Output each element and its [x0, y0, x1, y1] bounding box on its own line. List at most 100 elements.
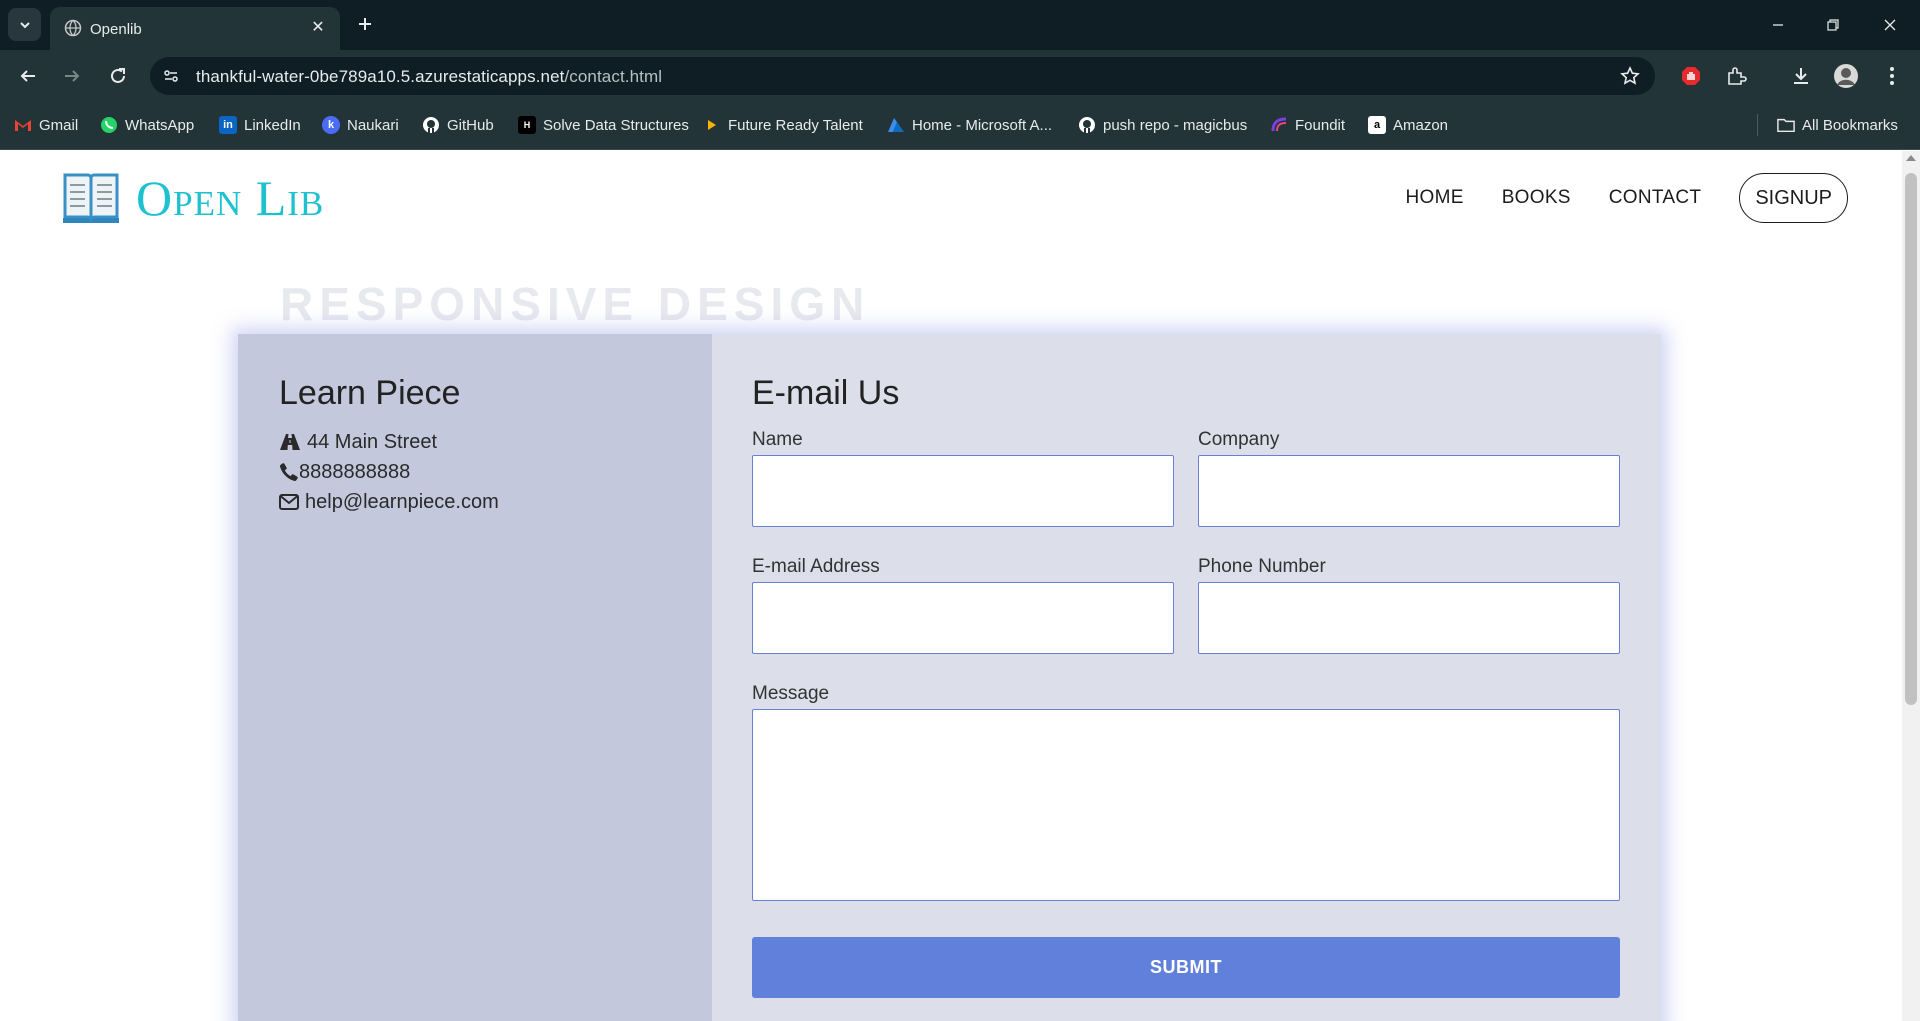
bookmarks-divider [1757, 114, 1758, 136]
contact-info-panel: Learn Piece 44 Main Street 8888888888 he… [238, 334, 712, 1021]
play-icon [703, 116, 721, 134]
restore-icon [1827, 19, 1839, 31]
url-host: thankful-water-0be789a10.5.azurestaticap… [196, 67, 565, 86]
name-input[interactable] [752, 455, 1174, 527]
downloads-icon[interactable] [1787, 62, 1815, 90]
email-label: E-mail Address [752, 556, 880, 577]
bookmark-label: LinkedIn [244, 116, 301, 134]
close-window-button[interactable] [1877, 12, 1903, 38]
hackerrank-icon: H [518, 116, 536, 134]
back-button[interactable] [14, 62, 42, 90]
bookmark-label: Gmail [39, 116, 79, 134]
gmail-icon [14, 116, 32, 134]
bookmark-linkedin[interactable]: in LinkedIn [219, 115, 301, 135]
page-viewport: Open Lib HOME BOOKS CONTACT SIGNUP RESPO… [0, 151, 1920, 1021]
phone-label: Phone Number [1198, 556, 1326, 577]
bookmark-whatsapp[interactable]: WhatsApp [100, 115, 194, 135]
phone-field-group: Phone Number [1198, 556, 1620, 654]
azure-icon [887, 116, 905, 134]
email-text[interactable]: help@learnpiece.com [305, 491, 499, 514]
signup-button[interactable]: SIGNUP [1739, 173, 1848, 223]
road-icon [279, 433, 301, 451]
bookmark-naukari[interactable]: k Naukari [322, 115, 399, 135]
browser-menu-icon[interactable] [1878, 62, 1906, 90]
arrow-left-icon [20, 70, 35, 82]
scroll-up-arrow-icon[interactable] [1906, 155, 1916, 161]
nav-home[interactable]: HOME [1406, 187, 1464, 209]
bookmarks-bar: Gmail WhatsApp in LinkedIn k Naukari Git… [0, 100, 1920, 150]
browser-tab-bar: Openlib ✕ [0, 0, 1920, 50]
email-input[interactable] [752, 582, 1174, 654]
company-field-group: Company [1198, 429, 1620, 527]
bookmark-amazon[interactable]: a Amazon [1368, 115, 1448, 135]
close-icon [1884, 19, 1896, 31]
bookmark-label: Naukari [347, 116, 399, 134]
bookmark-label: Amazon [1393, 116, 1449, 134]
phone-input[interactable] [1198, 582, 1620, 654]
new-tab-button[interactable] [352, 11, 378, 37]
foundit-icon [1270, 116, 1288, 134]
phone-icon [279, 462, 299, 482]
bookmark-star-icon[interactable] [1619, 65, 1641, 87]
reload-icon [111, 68, 125, 83]
email-line: help@learnpiece.com [279, 487, 671, 517]
amazon-icon: a [1368, 116, 1386, 134]
nav-contact[interactable]: CONTACT [1609, 187, 1702, 209]
tab-title: Openlib [90, 21, 142, 38]
bookmark-label: Future Ready Talent [728, 116, 863, 134]
reload-button[interactable] [104, 62, 132, 90]
github-icon [1078, 116, 1096, 134]
faded-section-heading: RESPONSIVE DESIGN [280, 278, 871, 330]
forward-button[interactable] [58, 62, 86, 90]
extensions-puzzle-icon[interactable] [1722, 62, 1750, 90]
restore-button[interactable] [1820, 12, 1846, 38]
profile-avatar[interactable] [1832, 62, 1860, 90]
nav-books[interactable]: BOOKS [1502, 187, 1571, 209]
company-label: Company [1198, 429, 1280, 450]
bookmark-push-repo[interactable]: push repo - magicbus [1078, 115, 1247, 135]
email-form-panel: E-mail Us Name Company E-mail Address Ph… [712, 334, 1661, 1021]
whatsapp-icon [100, 116, 118, 134]
all-bookmarks[interactable]: All Bookmarks [1777, 115, 1898, 135]
bookmark-label: Foundit [1295, 116, 1346, 134]
phone-line: 8888888888 [279, 457, 671, 487]
bookmark-microsoft-azure[interactable]: Home - Microsoft A... [887, 115, 1052, 135]
minimize-icon [1773, 24, 1783, 26]
page-scrollbar[interactable] [1902, 151, 1920, 1021]
bookmark-github[interactable]: GitHub [422, 115, 494, 135]
globe-icon [64, 19, 82, 42]
message-label: Message [752, 683, 830, 704]
bookmark-label: push repo - magicbus [1103, 116, 1248, 134]
form-title: E-mail Us [752, 374, 900, 412]
scrollbar-thumb[interactable] [1905, 173, 1917, 705]
browser-toolbar: thankful-water-0be789a10.5.azurestaticap… [0, 50, 1920, 100]
all-bookmarks-label: All Bookmarks [1802, 116, 1898, 134]
tab-close-icon[interactable]: ✕ [308, 17, 328, 37]
main-nav: HOME BOOKS CONTACT SIGNUP [1368, 173, 1848, 223]
extension-adblock-icon[interactable] [1677, 62, 1705, 90]
bookmark-label: Solve Data Structures [543, 116, 689, 134]
folder-icon [1777, 116, 1795, 134]
minimize-button[interactable] [1765, 12, 1791, 38]
browser-tab[interactable]: Openlib ✕ [50, 7, 340, 50]
bookmark-label: GitHub [447, 116, 494, 134]
naukri-icon: k [322, 116, 340, 134]
bookmark-gmail[interactable]: Gmail [14, 115, 78, 135]
bookmark-solve-data-structures[interactable]: H Solve Data Structures [518, 115, 689, 135]
company-input[interactable] [1198, 455, 1620, 527]
address-bar[interactable]: thankful-water-0be789a10.5.azurestaticap… [150, 57, 1655, 95]
site-info-icon[interactable] [160, 65, 182, 87]
bookmark-foundit[interactable]: Foundit [1270, 115, 1345, 135]
name-label: Name [752, 429, 803, 450]
contact-card: Learn Piece 44 Main Street 8888888888 he… [238, 334, 1661, 1021]
email-field-group: E-mail Address [752, 556, 1174, 654]
open-book-icon [63, 173, 119, 223]
bookmark-label: WhatsApp [125, 116, 195, 134]
message-textarea[interactable] [752, 709, 1620, 901]
tab-search-button[interactable] [8, 8, 41, 41]
site-logo[interactable]: Open Lib [62, 169, 324, 227]
bookmark-future-ready-talent[interactable]: Future Ready Talent [703, 115, 863, 135]
submit-button[interactable]: SUBMIT [752, 937, 1620, 998]
url-text: thankful-water-0be789a10.5.azurestaticap… [196, 67, 662, 87]
address-text: 44 Main Street [307, 430, 438, 453]
